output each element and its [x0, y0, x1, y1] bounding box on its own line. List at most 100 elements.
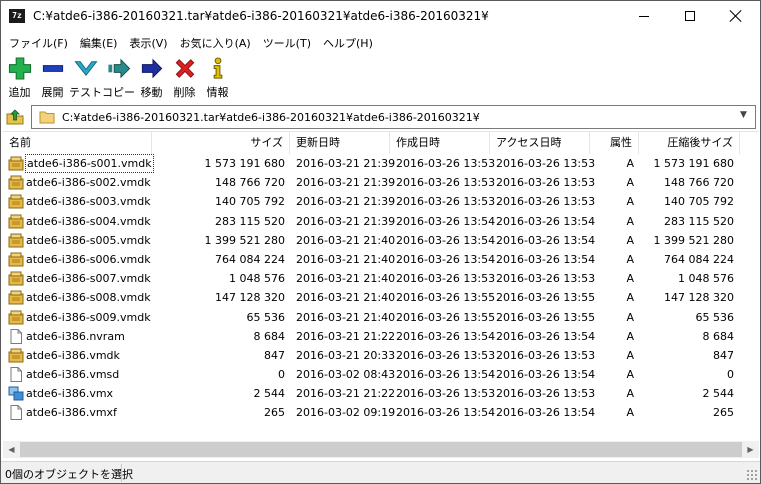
7zip-app-icon[interactable]: 7z: [9, 9, 25, 23]
move-button[interactable]: 移動: [135, 54, 168, 100]
maximize-icon: [685, 11, 695, 21]
vmdk-icon: [8, 290, 24, 305]
file-name-cell[interactable]: atde6-i386-s004.vmdk: [6, 212, 152, 231]
table-row[interactable]: atde6-i386-s001.vmdk 1 573 191 680 2016-03…: [3, 154, 759, 173]
table-row[interactable]: atde6-i386.vmxf 265 2016-03-02 09:19 2016-0…: [3, 403, 759, 422]
menu-help[interactable]: ヘルプ(H): [317, 32, 379, 52]
file-accessed: 2016-03-26 13:53: [496, 157, 596, 170]
minimize-button[interactable]: [621, 1, 667, 31]
title-bar[interactable]: 7z C:¥atde6-i386-20160321.tar¥atde6-i386…: [1, 1, 760, 31]
file-name-cell[interactable]: atde6-i386-s001.vmdk: [6, 154, 154, 173]
column-header-name[interactable]: 名前: [3, 132, 152, 154]
file-modified: 2016-03-21 21:39: [296, 176, 396, 190]
file-name-cell[interactable]: atde6-i386.vmsd: [6, 365, 152, 384]
file-name: atde6-i386.vmdk: [26, 348, 120, 362]
copy-label: コピー: [102, 86, 135, 99]
file-name-cell[interactable]: atde6-i386.vmdk: [6, 346, 152, 365]
table-row[interactable]: atde6-i386.vmdk 847 2016-03-21 20:33 2016-0…: [3, 346, 759, 365]
file-attributes: A: [626, 252, 634, 266]
file-name-cell[interactable]: atde6-i386.vmx: [6, 384, 152, 403]
add-label: 追加: [8, 86, 31, 99]
file-modified: 2016-03-21 21:40: [296, 291, 396, 305]
table-row[interactable]: atde6-i386-s006.vmdk 764 084 224 2016-03-2…: [3, 250, 759, 269]
file-accessed: 2016-03-26 13:53: [496, 272, 596, 286]
file-created: 2016-03-26 13:54: [396, 368, 496, 382]
table-row[interactable]: atde6-i386.vmx 2 544 2016-03-21 21:22 2016-…: [3, 384, 759, 403]
table-row[interactable]: atde6-i386-s008.vmdk 147 128 320 2016-03-2…: [3, 288, 759, 307]
extract-button[interactable]: 展開: [36, 54, 69, 100]
column-header-accessed[interactable]: アクセス日時: [490, 132, 590, 154]
file-name-cell[interactable]: atde6-i386.nvram: [6, 327, 152, 346]
file-name: atde6-i386-s005.vmdk: [26, 233, 151, 247]
file-packed-size: 2 544: [702, 387, 735, 401]
file-modified: 2016-03-21 21:40: [296, 252, 396, 266]
file-name-cell[interactable]: atde6-i386-s008.vmdk: [6, 288, 152, 307]
copy-button[interactable]: コピー: [102, 54, 135, 100]
file-name-cell[interactable]: atde6-i386-s002.vmdk: [6, 173, 152, 192]
file-attributes: A: [626, 368, 634, 382]
file-packed-size: 283 115 520: [664, 214, 734, 228]
column-header-created[interactable]: 作成日時: [390, 132, 490, 154]
column-header-packed-size[interactable]: 圧縮後サイズ: [639, 132, 740, 154]
scrollbar-thumb[interactable]: [20, 442, 742, 457]
horizontal-scrollbar[interactable]: ◀ ▶: [3, 441, 759, 458]
file-name-cell[interactable]: atde6-i386-s003.vmdk: [6, 192, 152, 211]
file-packed-size: 65 536: [695, 310, 735, 324]
table-row[interactable]: atde6-i386-s007.vmdk 1 048 576 2016-03-21 …: [3, 269, 759, 288]
scroll-left-icon[interactable]: ◀: [3, 441, 20, 458]
column-header-attributes[interactable]: 属性: [590, 132, 639, 154]
test-button[interactable]: テスト: [69, 54, 102, 100]
chevron-down-icon[interactable]: ▼: [740, 110, 747, 120]
scroll-right-icon[interactable]: ▶: [742, 441, 759, 458]
test-label: テスト: [69, 86, 102, 99]
table-row[interactable]: atde6-i386.nvram 8 684 2016-03-21 21:22 201…: [3, 327, 759, 346]
info-button[interactable]: 情報: [201, 54, 234, 100]
file-name-cell[interactable]: atde6-i386-s006.vmdk: [6, 250, 152, 269]
file-created: 2016-03-26 13:54: [396, 233, 496, 247]
table-row[interactable]: atde6-i386.vmsd 0 2016-03-02 08:43 2016-03-…: [3, 365, 759, 384]
table-row[interactable]: atde6-i386-s002.vmdk 148 766 720 2016-03-2…: [3, 173, 759, 192]
status-text: 0個のオブジェクトを選択: [5, 468, 133, 481]
file-attributes: A: [626, 214, 634, 228]
file-size: 147 128 320: [215, 291, 285, 305]
resize-grip-icon[interactable]: [746, 469, 758, 481]
table-row[interactable]: atde6-i386-s004.vmdk 283 115 520 2016-03-2…: [3, 212, 759, 231]
file-created: 2016-03-26 13:55: [396, 310, 496, 324]
folder-up-icon[interactable]: [5, 107, 25, 127]
menu-favorites[interactable]: お気に入り(A): [174, 32, 257, 52]
info-label: 情報: [206, 86, 229, 99]
column-header-size[interactable]: サイズ: [152, 132, 290, 154]
delete-x-icon: [175, 59, 194, 78]
maximize-button[interactable]: [667, 1, 713, 31]
file-packed-size: 8 684: [702, 329, 735, 343]
menu-edit[interactable]: 編集(E): [74, 32, 124, 52]
vmdk-icon: [8, 348, 24, 363]
close-button[interactable]: [713, 1, 759, 31]
table-row[interactable]: atde6-i386-s005.vmdk 1 399 521 280 2016-03…: [3, 231, 759, 250]
table-row[interactable]: atde6-i386-s003.vmdk 140 705 792 2016-03-2…: [3, 192, 759, 211]
file-packed-size: 265: [713, 406, 734, 420]
file-attributes: A: [626, 406, 634, 420]
file-accessed: 2016-03-26 13:54: [496, 233, 596, 247]
column-header-modified[interactable]: 更新日時: [290, 132, 390, 154]
file-name-cell[interactable]: atde6-i386.vmxf: [6, 403, 152, 422]
file-attributes: A: [626, 348, 634, 362]
file-packed-size: 764 084 224: [664, 252, 734, 266]
file-name-cell[interactable]: atde6-i386-s007.vmdk: [6, 269, 152, 288]
folder-icon: [39, 111, 55, 124]
file-icon: [8, 328, 24, 344]
file-packed-size: 140 705 792: [664, 195, 734, 209]
move-arrow-icon: [141, 58, 162, 79]
file-size: 65 536: [246, 310, 286, 324]
menu-file[interactable]: ファイル(F): [3, 32, 74, 52]
table-row[interactable]: atde6-i386-s009.vmdk 65 536 2016-03-21 21:…: [3, 308, 759, 327]
file-name-cell[interactable]: atde6-i386-s005.vmdk: [6, 231, 152, 250]
menu-tools[interactable]: ツール(T): [257, 32, 317, 52]
move-label: 移動: [140, 86, 163, 99]
add-button[interactable]: 追加: [3, 54, 36, 100]
menu-view[interactable]: 表示(V): [123, 32, 173, 52]
delete-button[interactable]: 削除: [168, 54, 201, 100]
file-name-cell[interactable]: atde6-i386-s009.vmdk: [6, 308, 152, 327]
address-combobox[interactable]: C:¥atde6-i386-20160321.tar¥atde6-i386-20…: [31, 105, 756, 129]
address-bar: C:¥atde6-i386-20160321.tar¥atde6-i386-20…: [1, 104, 760, 130]
